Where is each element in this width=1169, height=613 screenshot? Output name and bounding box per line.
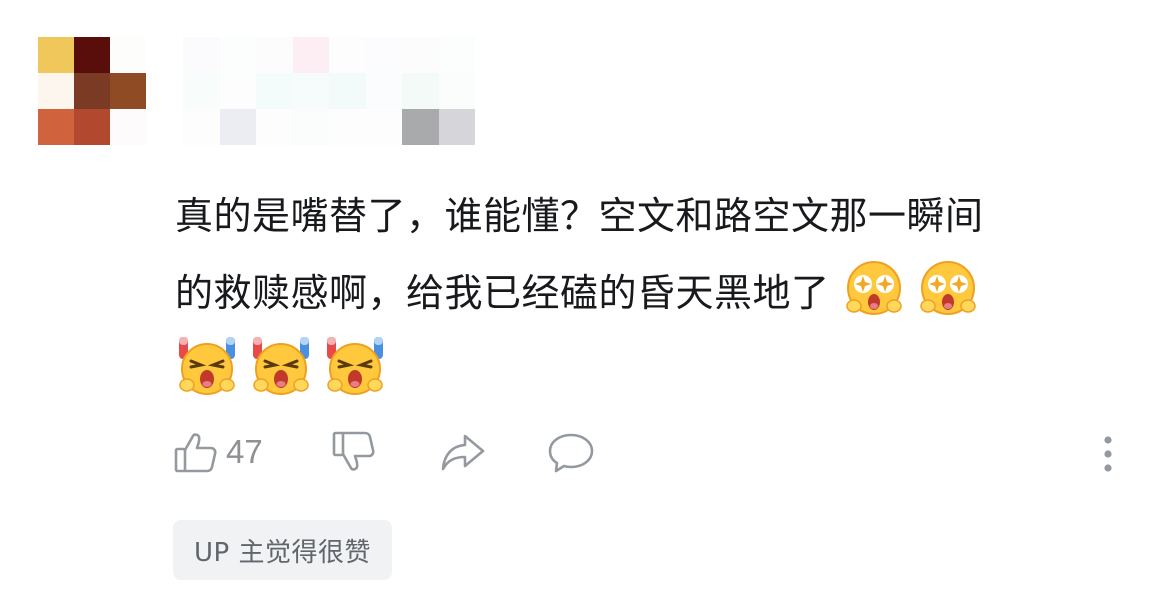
starry-eyed-emoji <box>916 256 980 320</box>
up-liked-label: UP 主觉得很赞 <box>194 537 371 568</box>
comment-action-bar: 47 <box>172 424 1132 480</box>
comment-line-3 <box>175 332 1135 409</box>
up-liked-badge: UP 主觉得很赞 <box>173 520 392 580</box>
username[interactable] <box>183 37 475 145</box>
comment-text: 真的是嘴替了，谁能懂？空文和路空文那一瞬间 的救赎感啊，给我已经磕的昏天黑地了 <box>175 178 1135 409</box>
comment-line-1: 真的是嘴替了，谁能懂？空文和路空文那一瞬间 <box>175 194 984 238</box>
cheering-emoji <box>323 333 387 397</box>
thumbs-up-icon <box>172 428 220 476</box>
reply-icon <box>546 428 596 476</box>
share-button[interactable] <box>438 424 488 480</box>
comment-line-2-text: 的救赎感啊，给我已经磕的昏天黑地了 <box>175 271 830 315</box>
dislike-button[interactable] <box>330 424 378 480</box>
avatar[interactable] <box>38 37 146 145</box>
share-icon <box>438 428 488 476</box>
thumbs-down-icon <box>330 428 378 476</box>
more-options-button[interactable] <box>1098 424 1118 480</box>
like-button[interactable]: 47 <box>172 424 263 480</box>
starry-eyed-emoji <box>842 256 906 320</box>
like-count: 47 <box>226 433 263 470</box>
cheering-emoji <box>249 333 313 397</box>
more-icon <box>1098 428 1118 476</box>
cheering-emoji <box>175 333 239 397</box>
comment-line-2: 的救赎感啊，给我已经磕的昏天黑地了 <box>175 255 1135 332</box>
reply-button[interactable] <box>546 424 596 480</box>
